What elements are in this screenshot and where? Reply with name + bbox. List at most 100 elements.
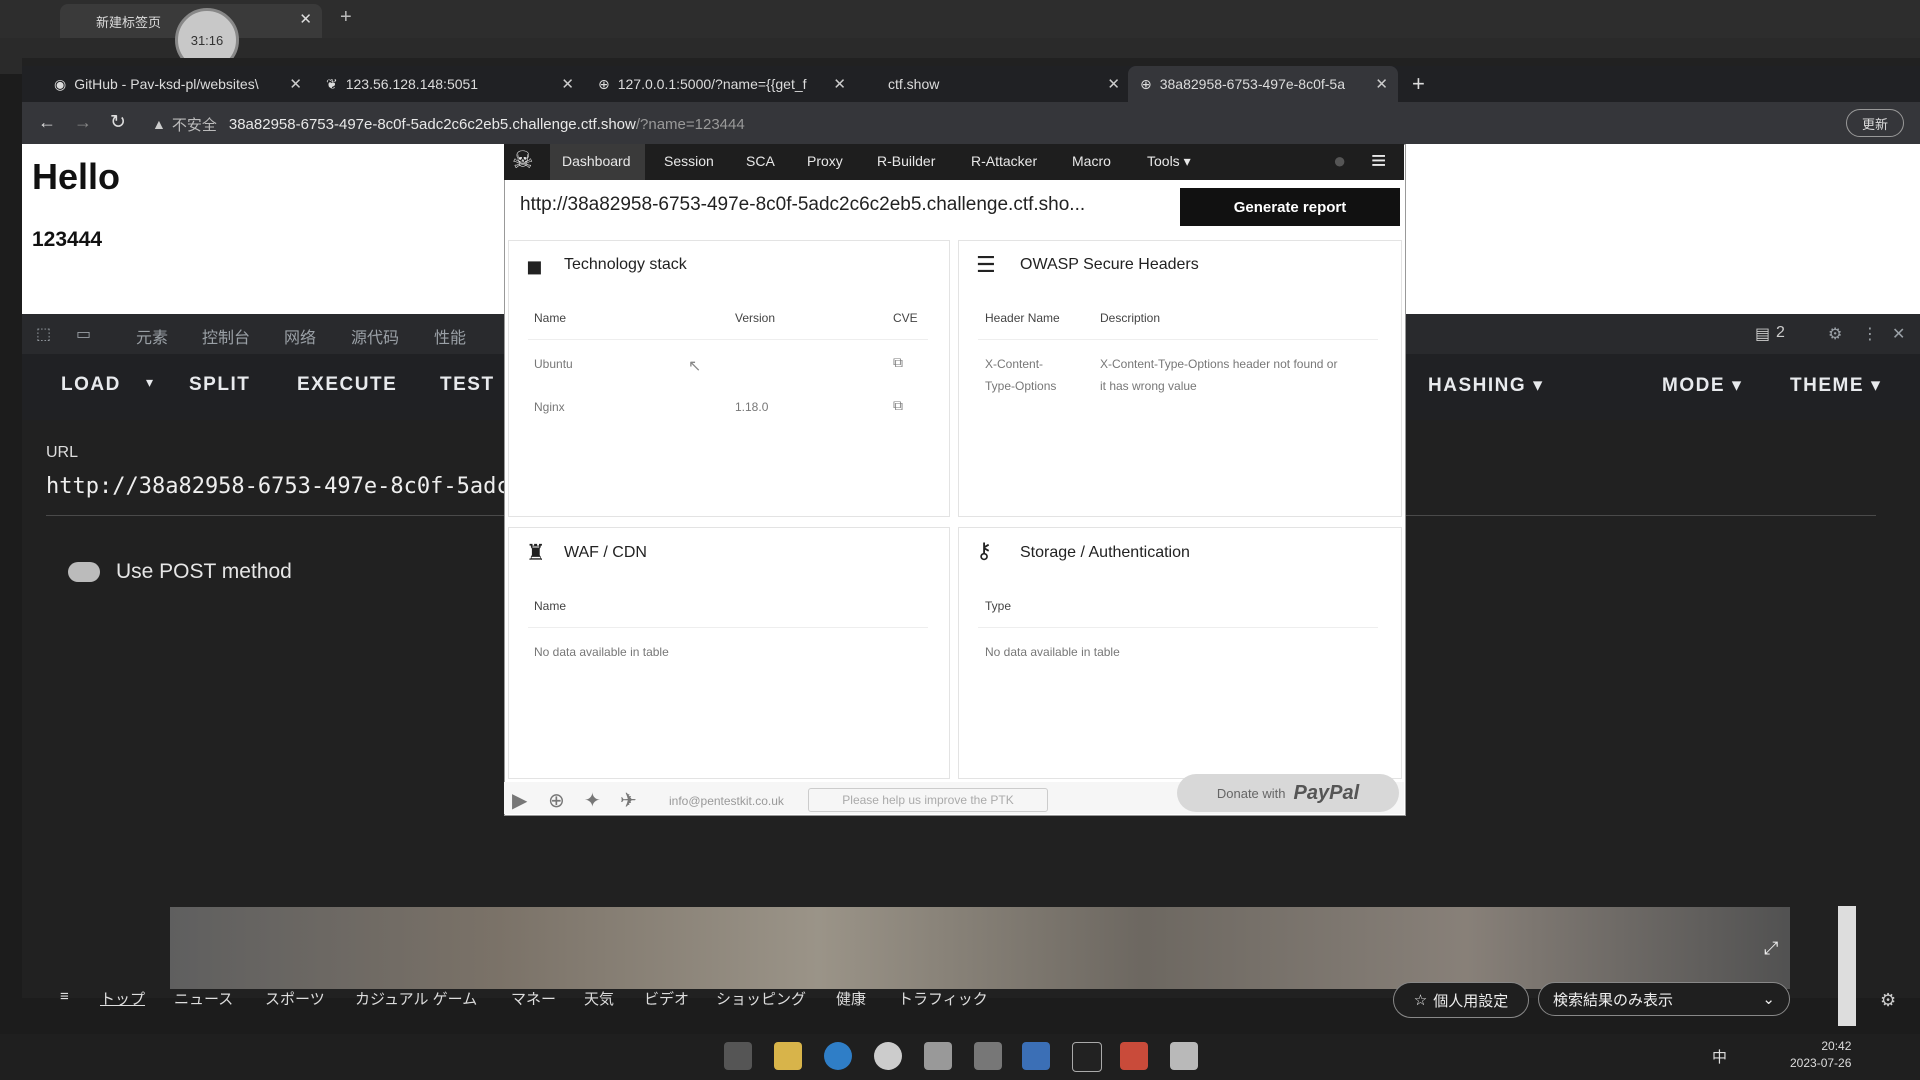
sublime-icon[interactable] [1120,1042,1148,1070]
typora-icon[interactable] [924,1042,952,1070]
update-button[interactable]: 更新 [1846,109,1904,137]
tech-row-name: Ubuntu [534,357,573,371]
nav-session[interactable]: Session [664,153,714,169]
close-icon[interactable]: ✕ [1892,324,1905,344]
devtab-console[interactable]: 控制台 [202,324,250,348]
chrome-icon[interactable] [874,1042,902,1070]
hamburger-icon[interactable]: ≡ [60,988,69,1005]
divider [978,339,1378,340]
donate-button[interactable]: Donate with PayPal [1177,774,1399,812]
youtube-icon[interactable]: ▶ [512,788,527,813]
nav-macro[interactable]: Macro [1072,153,1111,169]
photos-icon[interactable] [1022,1042,1050,1070]
news-money[interactable]: マネー [511,988,556,1009]
paypal-logo: PayPal [1293,781,1360,804]
new-tab-button[interactable]: + [1400,66,1440,102]
news-top[interactable]: トップ [100,988,145,1009]
waf-empty: No data available in table [534,645,669,659]
url-input[interactable]: http://38a82958-6753-497e-8c0f-5adc2c6c2… [46,474,506,499]
url-domain: 38a82958-6753-497e-8c0f-5adc2c6c2eb5.cha… [228,115,636,133]
news-weather[interactable]: 天気 [584,988,614,1009]
post-toggle[interactable] [68,562,100,582]
reload-icon[interactable]: ↻ [110,111,126,134]
nav-proxy[interactable]: Proxy [807,153,843,169]
ime-indicator[interactable]: 中 [1712,1046,1727,1067]
forward-icon[interactable]: → [74,112,92,133]
close-icon[interactable]: ✕ [833,75,846,93]
tab-ip-5051[interactable]: ❦ 123.56.128.148:5051 ✕ [314,66,584,102]
twitter-icon[interactable]: ✦ [584,788,601,813]
devtab-sources[interactable]: 源代码 [351,324,399,348]
telegram-icon[interactable]: ✈ [620,788,637,813]
close-icon[interactable]: ✕ [1107,75,1120,93]
expand-icon[interactable]: ⤢ [1764,938,1778,959]
insecure-label: 不安全 [171,116,217,134]
tab-localhost[interactable]: ⊕ 127.0.0.1:5000/?name={{get_f ✕ [586,66,856,102]
generate-report-button[interactable]: Generate report [1180,188,1400,226]
news-news[interactable]: ニュース [174,988,233,1009]
more-icon[interactable]: ⋮ [1862,324,1878,344]
load-button[interactable]: LOAD [61,374,121,396]
split-button[interactable]: SPLIT [189,374,250,396]
theme-menu[interactable]: THEME ▾ [1790,374,1882,397]
inspect-icon[interactable]: ⬚ [36,324,51,344]
search-mode-select[interactable]: 検索結果のみ表示 ⌄ [1538,982,1790,1016]
gear-icon[interactable]: ⚙ [1880,990,1896,1011]
header-desc-line1: X-Content-Type-Options header not found … [1100,357,1338,371]
external-link-icon[interactable]: ⧉ [893,397,903,414]
feedback-button[interactable]: Please help us improve the PTK [808,788,1048,812]
devtab-elements[interactable]: 元素 [136,324,168,348]
system-clock[interactable]: 20:42 2023-07-26 [1790,1038,1851,1072]
chevron-down-icon[interactable]: ▾ [146,374,155,391]
close-icon[interactable]: ✕ [1375,75,1388,93]
devtab-performance[interactable]: 性能 [434,324,466,348]
star-icon: ☆ [1413,992,1428,1009]
nav-r-builder[interactable]: R-Builder [877,153,935,169]
start-icon[interactable] [724,1042,752,1070]
news-shopping[interactable]: ショッピング [716,988,806,1009]
hashing-menu[interactable]: HASHING ▾ [1428,374,1544,397]
mouse-cursor-icon: ↖ [688,358,702,375]
test-button[interactable]: TEST [440,374,495,396]
burp-icon[interactable] [974,1042,1002,1070]
back-icon[interactable]: ← [38,112,56,133]
tab-label: 38a82958-6753-497e-8c0f-5a [1159,76,1345,92]
tab-challenge[interactable]: ⊕ 38a82958-6753-497e-8c0f-5a ✕ [1128,66,1398,102]
nav-tools[interactable]: Tools ▾ [1147,153,1191,170]
tab-ctfshow[interactable]: ctf.show ✕ [862,66,1130,102]
menu-icon[interactable]: ≡ [1371,145,1386,176]
tab-github[interactable]: ◉ GitHub - Pav-ksd-pl/websites\ ✕ [42,66,312,102]
nav-r-attacker[interactable]: R-Attacker [971,153,1037,169]
pycharm-icon[interactable] [1072,1042,1102,1072]
news-traffic[interactable]: トラフィック [898,988,988,1009]
nav-dashboard[interactable]: Dashboard [562,153,631,169]
col-name: Name [534,311,567,325]
issues-icon[interactable]: ▤ [1755,324,1770,344]
close-icon[interactable]: ✕ [289,75,302,93]
device-icon[interactable]: ▭ [76,324,91,344]
news-sports[interactable]: スポーツ [265,988,325,1009]
news-video[interactable]: ビデオ [644,988,689,1009]
notes-icon[interactable] [1170,1042,1198,1070]
edge-icon[interactable] [824,1042,852,1070]
gear-icon[interactable]: ⚙ [1828,324,1842,344]
header-desc-line2: it has wrong value [1100,379,1197,393]
close-icon[interactable]: ✕ [299,10,312,28]
globe-icon[interactable]: ⊕ [548,788,565,813]
github-icon: ◉ [54,75,67,92]
new-tab-icon[interactable]: + [340,6,352,29]
external-link-icon[interactable]: ⧉ [893,354,903,371]
news-health[interactable]: 健康 [836,988,866,1009]
news-games[interactable]: カジュアル ゲーム [355,988,477,1009]
mode-menu[interactable]: MODE ▾ [1662,374,1743,397]
user-icon[interactable]: ● [1333,148,1346,174]
file-explorer-icon[interactable] [774,1042,802,1070]
scrollbar[interactable] [1838,906,1856,1026]
personal-settings-button[interactable]: ☆ 個人用設定 [1393,982,1529,1018]
devtab-network[interactable]: 网络 [284,324,316,348]
close-icon[interactable]: ✕ [561,75,574,93]
contact-email[interactable]: info@pentestkit.co.uk [669,794,784,808]
execute-button[interactable]: EXECUTE [297,374,397,396]
nav-sca[interactable]: SCA [746,153,775,169]
address-bar[interactable]: ▲ 不安全 38a82958-6753-497e-8c0f-5adc2c6c2e… [152,110,1152,138]
